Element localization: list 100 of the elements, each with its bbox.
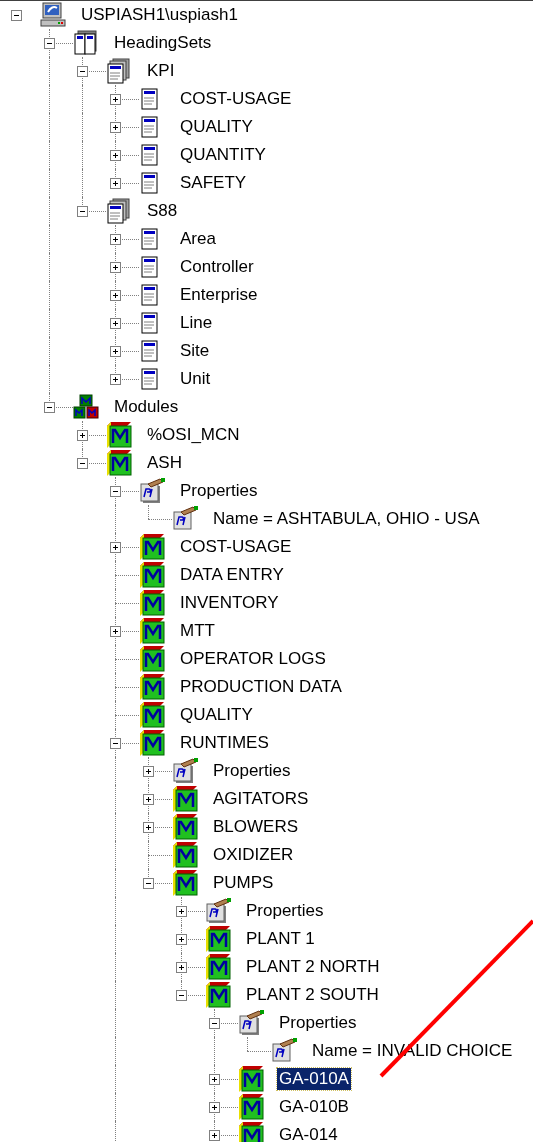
expander-button[interactable] [77,65,88,77]
tree-item[interactable]: PRODUCTION DATA [178,676,344,698]
expander-button[interactable] [143,821,154,833]
tree-item[interactable]: Line [178,312,215,334]
tree-item[interactable]: COST-USAGE [178,536,294,558]
tree-item[interactable]: Enterprise [178,284,260,306]
tree-item[interactable]: S88 [145,200,180,222]
expander-button[interactable] [176,933,187,945]
cube-icon [205,926,231,952]
expander-button[interactable] [209,1073,220,1085]
tree-item[interactable]: INVENTORY [178,592,281,614]
tree-item[interactable]: PLANT 2 SOUTH [244,984,381,1006]
document-icon [139,227,161,251]
expander-button[interactable] [110,541,121,553]
expander-button[interactable] [44,37,55,49]
expander-button[interactable] [176,905,187,917]
cube-icon [172,870,198,896]
cube-icon [139,590,165,616]
expander-button[interactable] [209,1017,220,1029]
expander-button[interactable] [110,177,121,189]
cube-icon [172,786,198,812]
tree-item[interactable]: SAFETY [178,172,249,194]
tree-item[interactable]: Controller [178,256,256,278]
expander-button[interactable] [143,877,154,889]
tree-item[interactable]: AGITATORS [211,788,311,810]
tree-item[interactable]: Properties [211,760,293,782]
document-icon [139,115,161,139]
document-icon [139,143,161,167]
tree-item[interactable]: %OSI_MCN [145,424,242,446]
expander-button[interactable] [77,429,88,441]
expander-button[interactable] [44,401,55,413]
expander-button[interactable] [209,1129,220,1141]
expander-button[interactable] [143,765,154,777]
tree-item[interactable]: Area [178,228,218,250]
document-icon [139,87,161,111]
tree-item[interactable]: GA-010A [277,1068,351,1090]
expander-button[interactable] [110,317,121,329]
tree-item[interactable]: KPI [145,60,177,82]
document-icon [139,339,161,363]
tree-item[interactable]: PUMPS [211,872,276,894]
tree-item[interactable]: Unit [178,368,213,390]
cube-icon [106,422,132,448]
pencil-sheet-icon [271,1038,299,1064]
cube-icon [73,394,99,420]
cube-icon [139,674,165,700]
expander-button[interactable] [110,121,121,133]
expander-button[interactable] [176,989,187,1001]
expander-button[interactable] [110,345,121,357]
cube-icon [238,1066,264,1092]
tree-item[interactable]: PLANT 1 [244,928,317,950]
expander-button[interactable] [110,233,121,245]
expander-button[interactable] [110,289,121,301]
cube-icon [238,1122,264,1142]
tree-item[interactable]: PLANT 2 NORTH [244,956,382,978]
document-icon [139,171,161,195]
tree-item[interactable]: Modules [112,396,181,418]
cube-icon [139,730,165,756]
tree-item[interactable]: COST-USAGE [178,88,294,110]
cube-icon [172,842,198,868]
expander-button[interactable] [110,485,121,497]
expander-button[interactable] [110,261,121,273]
document-icon [139,311,161,335]
cube-icon [139,562,165,588]
cube-icon [139,534,165,560]
tree-item[interactable]: Properties [178,480,260,502]
cube-icon [238,1094,264,1120]
tree-item[interactable]: QUALITY [178,116,255,138]
tree-item[interactable]: OXIDIZER [211,844,296,866]
tree-item[interactable]: OPERATOR LOGS [178,648,328,670]
expander-button[interactable] [110,373,121,385]
tree-item[interactable]: GA-010B [277,1096,351,1118]
tree-item[interactable]: Site [178,340,212,362]
expander-button[interactable] [143,793,154,805]
expander-button[interactable] [110,625,121,637]
tree-item[interactable]: QUANTITY [178,144,268,166]
cube-icon [106,450,132,476]
tree-item[interactable]: Name = ASHTABULA, OHIO - USA [211,508,482,530]
tree-item[interactable]: MTT [178,620,217,642]
expander-button[interactable] [110,149,121,161]
expander-button[interactable] [110,93,121,105]
tree-item[interactable]: BLOWERS [211,816,301,838]
tree-item[interactable]: HeadingSets [112,32,214,54]
expander-button[interactable] [110,737,121,749]
cube-icon [172,814,198,840]
expander-button[interactable] [176,961,187,973]
tree-item[interactable]: Properties [244,900,326,922]
expander-button[interactable] [77,457,88,469]
pencil-sheet-icon [172,506,200,532]
tree-item[interactable]: GA-014 [277,1124,340,1142]
expander-button[interactable] [77,205,88,217]
tree-item[interactable]: USPIASH1\uspiash1 [79,4,240,26]
cube-icon [205,982,231,1008]
cube-icon [139,618,165,644]
tree-item[interactable]: QUALITY [178,704,255,726]
tree-item[interactable]: DATA ENTRY [178,564,286,586]
expander-button[interactable] [209,1101,220,1113]
tree-item[interactable]: ASH [145,452,184,474]
tree-item[interactable]: Properties [277,1012,359,1034]
expander-button[interactable] [11,9,22,21]
tree-item[interactable]: RUNTIMES [178,732,271,754]
